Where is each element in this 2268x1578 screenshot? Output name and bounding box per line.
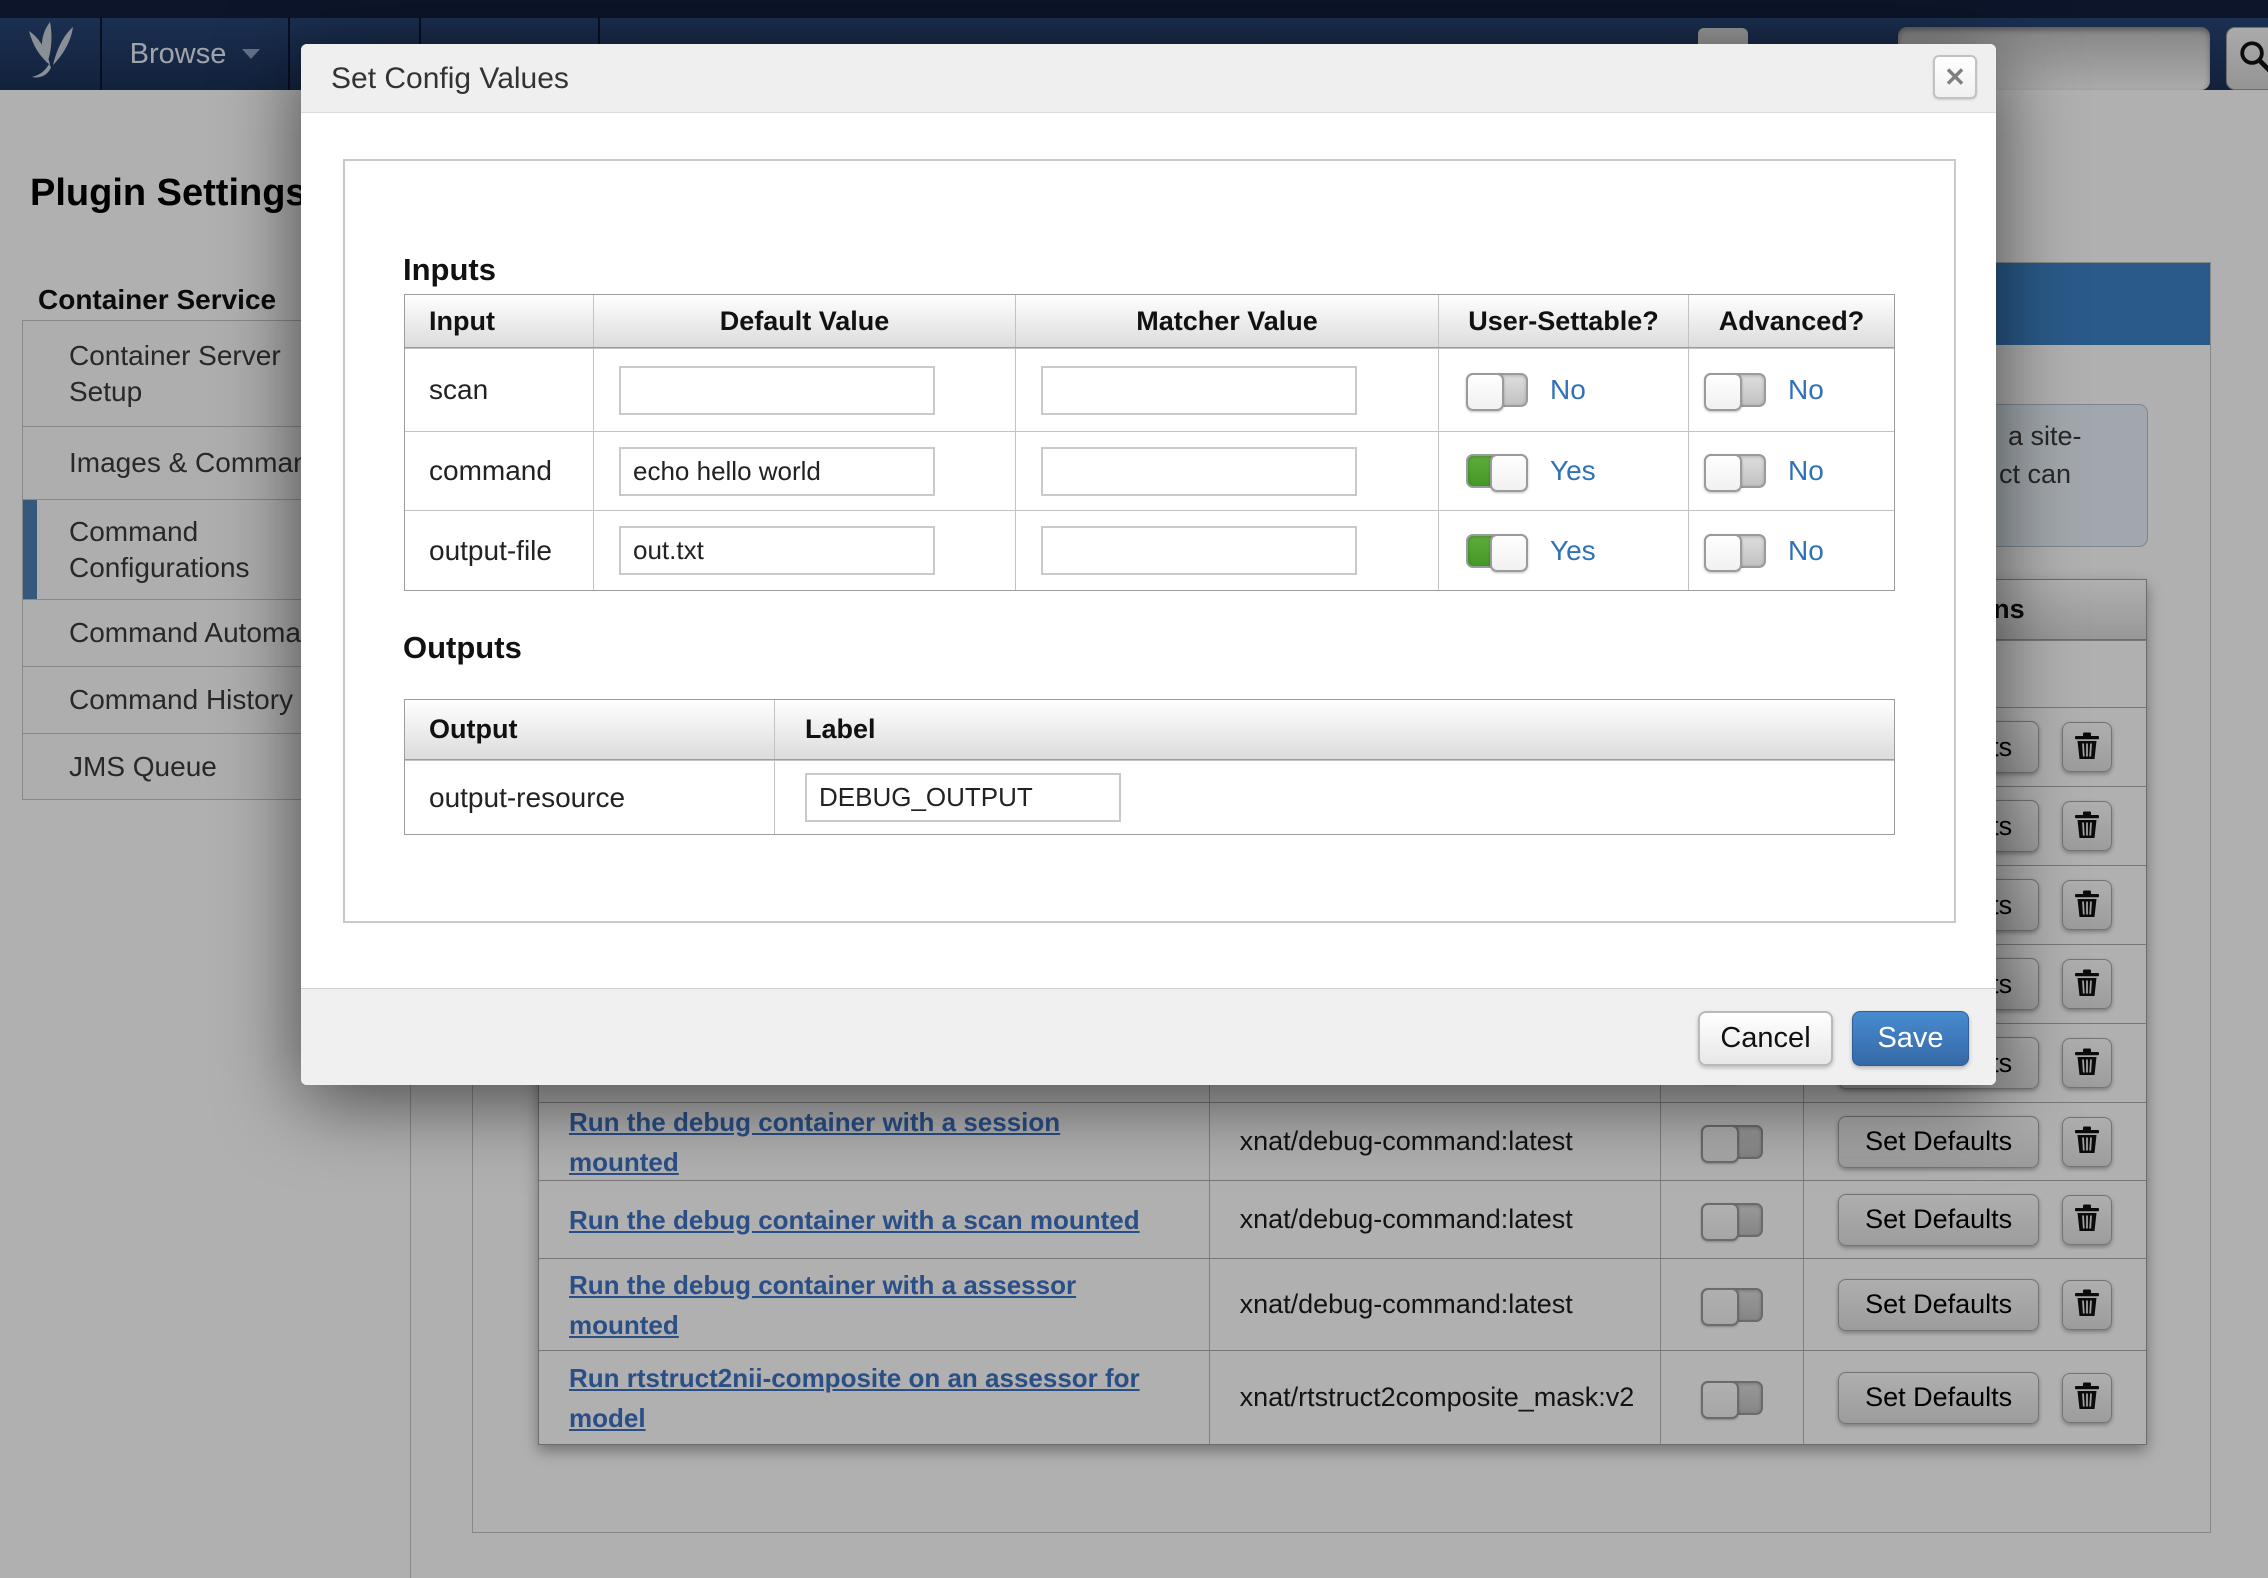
toggle-state-label: Yes: [1550, 535, 1596, 567]
input-name: output-file: [405, 511, 594, 590]
matcher-value-input-scan[interactable]: [1041, 366, 1357, 415]
toggle-state-label: No: [1788, 455, 1824, 487]
close-icon: ✕: [1944, 62, 1966, 93]
modal-footer: Cancel Save: [301, 988, 1996, 1085]
toggle-state-label: Yes: [1550, 455, 1596, 487]
column-header: Input: [405, 295, 594, 347]
default-value-input-command[interactable]: [619, 447, 935, 496]
column-header: Matcher Value: [1016, 295, 1439, 347]
outputs-table: Output Label output-resource: [404, 699, 1895, 835]
output-label-input[interactable]: [805, 773, 1121, 822]
column-header: Default Value: [594, 295, 1016, 347]
modal-header: Set Config Values ✕: [301, 44, 1996, 113]
user-settable-toggle-scan[interactable]: [1466, 373, 1528, 407]
user-settable-toggle-output-file[interactable]: [1466, 534, 1528, 568]
cancel-button[interactable]: Cancel: [1698, 1011, 1833, 1066]
modal-title: Set Config Values: [331, 44, 569, 113]
close-button[interactable]: ✕: [1933, 55, 1977, 99]
user-settable-toggle-command[interactable]: [1466, 454, 1528, 488]
inputs-table: Input Default Value Matcher Value User-S…: [404, 294, 1895, 591]
inputs-table-header: Input Default Value Matcher Value User-S…: [405, 295, 1894, 348]
default-value-input-output-file[interactable]: [619, 526, 935, 575]
input-name: command: [405, 432, 594, 510]
column-header: Output: [405, 700, 775, 759]
matcher-value-input-command[interactable]: [1041, 447, 1357, 496]
set-config-values-modal: Set Config Values ✕ Inputs Input Default…: [301, 44, 1996, 1085]
advanced-toggle-command[interactable]: [1704, 454, 1766, 488]
advanced-toggle-scan[interactable]: [1704, 373, 1766, 407]
column-header: User-Settable?: [1439, 295, 1689, 347]
default-value-input-scan[interactable]: [619, 366, 935, 415]
input-row-output-file: output-file Yes No: [405, 510, 1894, 590]
input-name: scan: [405, 349, 594, 431]
inputs-heading: Inputs: [403, 252, 496, 288]
output-row-output-resource: output-resource: [405, 760, 1894, 834]
column-header: Advanced?: [1689, 295, 1894, 347]
matcher-value-input-output-file[interactable]: [1041, 526, 1357, 575]
input-row-scan: scan No No: [405, 348, 1894, 431]
toggle-state-label: No: [1550, 374, 1586, 406]
column-header: Label: [775, 700, 1894, 759]
input-row-command: command Yes No: [405, 431, 1894, 510]
outputs-table-header: Output Label: [405, 700, 1894, 760]
toggle-state-label: No: [1788, 374, 1824, 406]
output-name: output-resource: [405, 761, 775, 834]
outputs-heading: Outputs: [403, 630, 522, 666]
advanced-toggle-output-file[interactable]: [1704, 534, 1766, 568]
save-button[interactable]: Save: [1852, 1011, 1969, 1066]
toggle-state-label: No: [1788, 535, 1824, 567]
